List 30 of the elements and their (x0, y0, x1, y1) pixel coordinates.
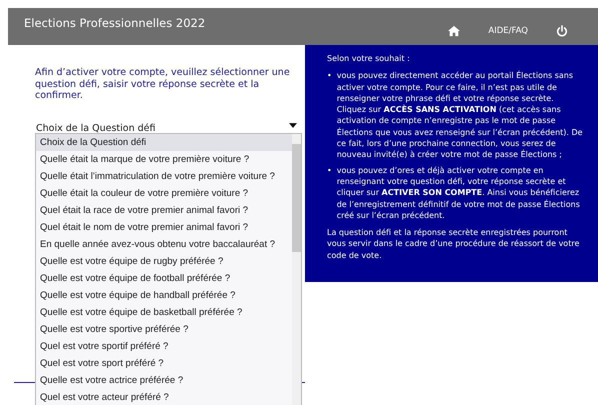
dropdown-option[interactable]: Quelle est votre sportive préférée ? (36, 321, 292, 338)
site-title: Elections Professionnelles 2022 (24, 16, 206, 30)
help-link[interactable]: AIDE/FAQ (488, 26, 528, 36)
dropdown-option[interactable]: Quelle était la marque de votre première voiture ? (36, 151, 292, 168)
caret-icon (289, 123, 297, 128)
dropdown-option[interactable]: Choix de la Question défi (36, 134, 292, 151)
dropdown-option[interactable]: En quelle année avez-vous obtenu votre baccalauréat ? (36, 236, 292, 253)
dropdown-option[interactable]: Quelle est votre équipe de basketball préférée ? (36, 304, 292, 321)
dropdown-option[interactable]: Quelle est votre équipe de football préférée ? (36, 270, 292, 287)
info-bullet: vous pouvez d’ores et déjà activer votre compte en renseignant votre question défi, votre réponse secrète et cliquer sur ACTIVER SON COMPTE. Ainsi vous bénéficierez de l’enregistrement définitif de votre mot de passe Élections créé sur l’écran précédent. (336, 164, 581, 222)
dropdown-option[interactable]: Quel est votre sportif préféré ? (36, 338, 292, 355)
home-icon[interactable] (448, 24, 460, 36)
dropdown-option[interactable]: Quelle est votre actrice préférée ? (36, 372, 292, 389)
bullet-marker: • (327, 164, 332, 177)
question-select[interactable]: Choix de la Question défi (36, 122, 297, 136)
info-heading: Selon votre souhait : (327, 53, 411, 64)
dropdown-option[interactable]: Quelle est votre équipe de handball préférée ? (36, 287, 292, 304)
dropdown-option[interactable]: Quelle était l’immatriculation de votre première voiture ? (36, 168, 292, 185)
power-icon[interactable] (556, 24, 568, 36)
info-note: La question défi et la réponse secrète enregistrées pourront vous servir dans le cadre d’une procédure de réassort de votre code de vote. (327, 227, 580, 262)
scrollbar[interactable] (292, 134, 301, 405)
dropdown-option[interactable]: Quel est votre sport préféré ? (36, 355, 292, 372)
dropdown-option[interactable]: Quel était le nom de votre premier animal favori ? (36, 219, 292, 236)
dropdown-option[interactable]: Quel était la race de votre premier animal favori ? (36, 202, 292, 219)
dropdown-option[interactable]: Quelle est votre équipe de rugby préférée ? (36, 253, 292, 270)
bullet-marker: • (327, 70, 332, 82)
dropdown-option[interactable]: Quel est votre acteur préféré ? (36, 389, 292, 405)
intro-text: Afin d’activer votre compte, veuillez sélectionner une question défi, saisir votre réponse secrète et la confirmer. (35, 67, 291, 102)
dropdown-option[interactable]: Quelle était la couleur de votre première voiture ? (36, 185, 292, 202)
info-bullet: vous pouvez directement accéder au portail Élections sans activer votre compte. Pour ce faire, il n’est pas utile de renseigner votre phrase défi et votre réponse secrète. Cliquez sur ACCÈS SANS ACTIVATION (cet accès sans activation de compte n’enregistre pas le mot de passe Élections que vous avez renseigné sur l’écran précédent). De ce fait, lors d’une prochaine connection, vous serez de nouveau invité(e) à créer votre mot de passe Élections ; (336, 70, 584, 161)
